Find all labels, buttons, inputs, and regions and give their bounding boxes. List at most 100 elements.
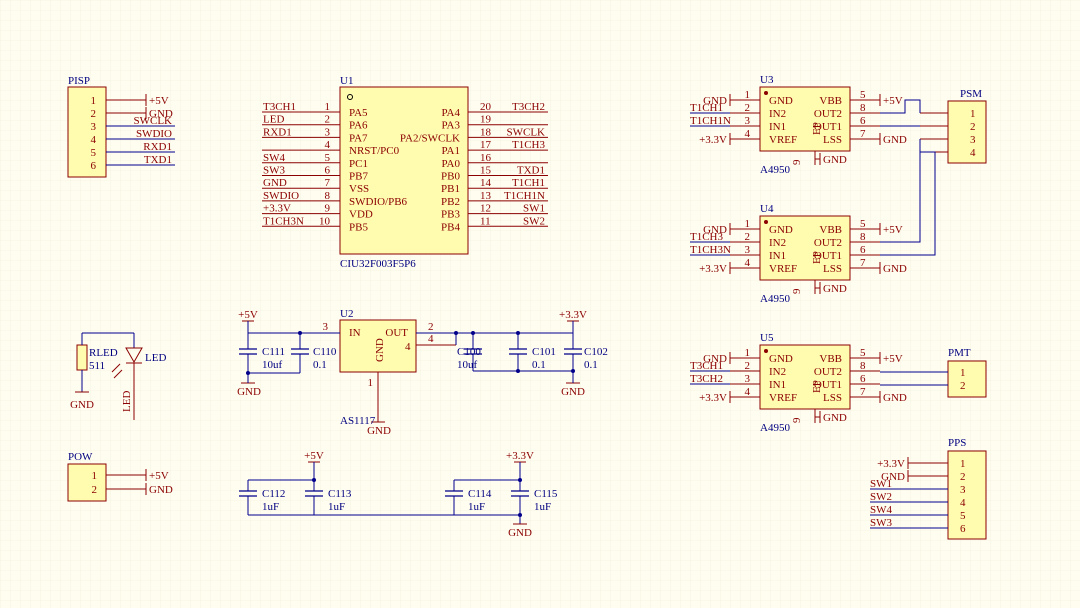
driver-ep-name: EP: [811, 122, 823, 135]
psm-pin-num: 1: [970, 108, 976, 120]
driver-pin-num: 7: [860, 257, 866, 269]
capacitor-value: 10uf: [262, 359, 283, 371]
capacitor-value: 1uF: [468, 501, 485, 513]
pps-pin-num: 4: [960, 497, 966, 509]
u2-part: AS1117: [340, 415, 376, 427]
driver-in1-net: T1CH3N: [690, 244, 731, 256]
pisp-pin-num: 2: [91, 108, 97, 120]
driver-part: A4950: [760, 293, 790, 305]
u1-net-label: SW1: [523, 203, 545, 215]
sheet-background: [0, 0, 1080, 608]
u1-pin-name: VSS: [349, 183, 369, 195]
psm-connector: [947, 100, 987, 164]
driver-pin-num: 1: [745, 89, 751, 101]
capacitor-ref: C111: [262, 346, 285, 358]
pps-net-label: SW3: [870, 517, 893, 529]
u1-pin-name: PA3: [441, 120, 460, 132]
driver-pin-name: VREF: [769, 134, 797, 146]
capacitor-ref: C114: [468, 488, 492, 500]
pisp-ref: PISP: [68, 75, 90, 87]
driver-pin-num: 6: [860, 373, 866, 385]
capacitor-ref: C101: [532, 346, 556, 358]
junction-dot: [516, 369, 520, 373]
power-label: +3.3V: [559, 309, 587, 321]
gnd-label: GND: [70, 399, 94, 411]
u1-pin-name: PB5: [349, 221, 368, 233]
driver-pin-num: 7: [860, 128, 866, 140]
u1-pin-name: PB4: [441, 221, 460, 233]
pps-connector: [947, 450, 987, 540]
pmt-ref: PMT: [948, 347, 971, 359]
u1-net-label: SWCLK: [507, 126, 546, 138]
power-label: +3.3V: [699, 263, 727, 275]
driver-ref: U4: [760, 203, 774, 215]
driver-pin-name: IN1: [769, 121, 786, 133]
gnd-label: GND: [149, 484, 173, 496]
driver-ep-num: 9: [791, 288, 803, 294]
driver-pin-name: IN2: [769, 237, 786, 249]
psm-ref: PSM: [960, 88, 982, 100]
u1-pin-name: PC1: [349, 158, 368, 170]
capacitor-ref: C100: [457, 346, 481, 358]
gnd-label: GND: [237, 386, 261, 398]
u2-pin-num: 4: [405, 341, 411, 353]
driver-ref: U5: [760, 332, 774, 344]
pps-pin-num: 2: [960, 471, 966, 483]
schematic-sheet: PISP1 +5V2 GND3 SWCLK4 SWDIO5 RXD16 TXD1U11 PA5…: [0, 0, 1080, 608]
pps-pin-num: 6: [960, 523, 966, 535]
driver-pin-name: IN2: [769, 366, 786, 378]
pps-pin-num: 3: [960, 484, 966, 496]
capacitor-ref: C112: [262, 488, 285, 500]
u1-net-label: RXD1: [263, 126, 292, 138]
u1-pin-num: 9: [325, 203, 331, 215]
u1-pin-num: 8: [325, 190, 331, 202]
driver-pin-name: GND: [769, 95, 793, 107]
driver-pin-name: VBB: [819, 95, 842, 107]
driver-pin-num: 8: [860, 360, 866, 372]
gnd-label: GND: [823, 283, 847, 295]
pps-net-label: SW1: [870, 478, 892, 490]
u1-pin-num: 7: [325, 177, 331, 189]
u1-pin-name: VDD: [349, 209, 373, 221]
junction-dot: [312, 478, 316, 482]
power-label: +5V: [149, 470, 169, 482]
driver-pin-name: VBB: [819, 224, 842, 236]
u1-pin-num: 10: [319, 215, 331, 227]
driver-pin-num: 3: [745, 373, 751, 385]
power-label: +3.3V: [699, 134, 727, 146]
u1-net-label: T1CH1N: [504, 190, 545, 202]
driver-pin-name: IN1: [769, 250, 786, 262]
pow-connector: [67, 463, 107, 502]
u1-ref: U1: [340, 75, 353, 87]
u1-pin-num: 6: [325, 165, 331, 177]
driver-in2-net: T1CH3: [690, 231, 724, 243]
driver-pin-num: 4: [745, 128, 751, 140]
u2-ref: U2: [340, 308, 353, 320]
u1-pin-name: PA5: [349, 107, 368, 119]
capacitor-value: 1uF: [262, 501, 279, 513]
driver-in1-net: T1CH1N: [690, 115, 731, 127]
u1-pin-num: 17: [480, 139, 492, 151]
u2-pin-name: OUT: [385, 327, 408, 339]
driver-pin-name: OUT2: [814, 108, 842, 120]
pisp-pin-num: 5: [91, 147, 97, 159]
capacitor-ref: C102: [584, 346, 608, 358]
power-label: +3.3V: [877, 458, 905, 470]
u1-pin-name: NRST/PC0: [349, 145, 400, 157]
u1-net-label: T1CH3N: [263, 215, 304, 227]
capacitor-ref: C113: [328, 488, 352, 500]
driver-pin-num: 4: [745, 257, 751, 269]
resistor-value: 511: [89, 360, 105, 372]
driver-pin-name: GND: [769, 353, 793, 365]
gnd-label: GND: [561, 386, 585, 398]
driver-pin-name: IN2: [769, 108, 786, 120]
u1-pin-name: PA1: [441, 145, 460, 157]
pin1-marker: [764, 91, 768, 95]
pps-pin-num: 5: [960, 510, 966, 522]
power-label: +5V: [304, 450, 324, 462]
psm-pin-num: 2: [970, 121, 976, 133]
driver-pin-name: IN1: [769, 379, 786, 391]
u2-pin-num: 4: [428, 333, 434, 345]
u1-pin-num: 11: [480, 215, 491, 227]
psm-pin-num: 4: [970, 147, 976, 159]
